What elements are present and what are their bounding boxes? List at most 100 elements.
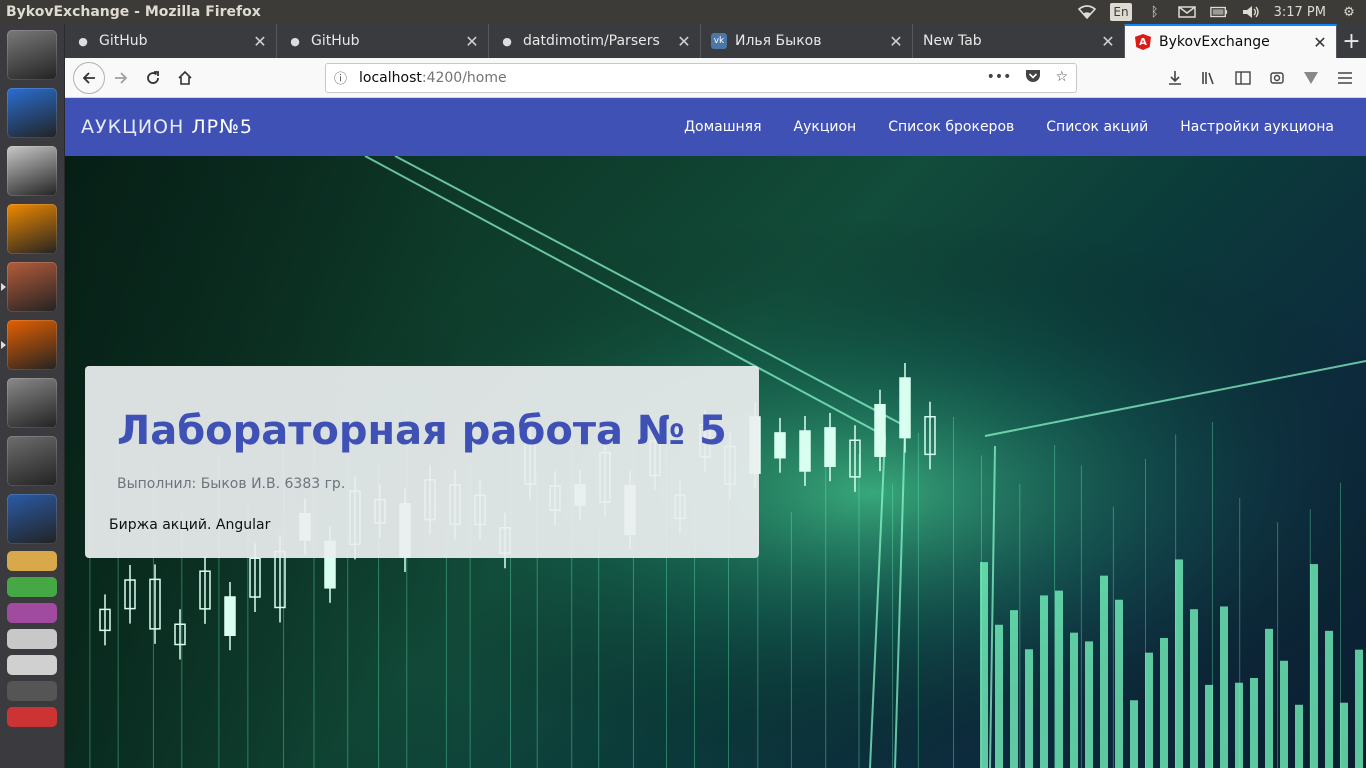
pocket-icon[interactable] [1025,69,1041,87]
wifi-icon[interactable] [1078,4,1097,20]
system-tray: En ᛒ 3:17 PM ⚙ [1078,3,1366,21]
bookmark-star-icon[interactable]: ☆ [1055,69,1068,87]
launcher-item-0[interactable] [5,28,59,82]
brand-suffix: ЛР№5 [191,116,253,138]
candle-body [799,430,811,472]
back-button[interactable] [73,61,105,94]
tab-close-icon[interactable]: ✕ [676,32,692,51]
extension-icon[interactable] [1298,62,1324,94]
volume-bar [1250,677,1258,768]
tab-close-icon[interactable]: ✕ [1312,33,1328,52]
launcher-item-7[interactable] [5,434,59,488]
running-indicator [1,341,6,349]
url-bar[interactable]: ⓘ localhost:4200/home ••• ☆ [325,62,1077,93]
reload-button[interactable] [137,62,169,94]
site-info-icon[interactable]: ⓘ [334,68,347,87]
brand-logo[interactable]: АУКЦИОН ЛР№5 [81,116,253,138]
volume-icon[interactable] [1242,4,1260,20]
libreoffice-writer-icon [7,494,57,544]
launcher-item-8[interactable] [5,492,59,546]
tab-0[interactable]: ● GitHub ✕ [65,24,277,58]
tab-label: datdimotim/Parsers [523,33,660,49]
tab-close-icon[interactable]: ✕ [888,32,904,51]
tab-label: BykovExchange [1159,34,1270,50]
menu-auction-settings[interactable]: Настройки аукциона [1164,119,1350,135]
tab-4[interactable]: New Tab ✕ [913,24,1125,58]
window-title: BykovExchange - Mozilla Firefox [6,4,261,20]
app-icon [7,681,57,701]
menu-auction[interactable]: Аукцион [778,119,873,135]
downloads-icon[interactable] [1162,62,1188,94]
keyboard-layout-indicator[interactable]: En [1110,3,1132,21]
clock[interactable]: 3:17 PM [1274,5,1326,20]
volume-bar [1040,595,1048,768]
app-icon [7,577,57,597]
software-center-icon [7,146,57,196]
launcher-stacked-item-4[interactable] [5,654,59,676]
candle-body [874,403,886,457]
screenshot-icon[interactable] [1264,62,1290,94]
tab-2[interactable]: ● datdimotim/Parsers ✕ [489,24,701,58]
tab-3[interactable]: vk Илья Быков ✕ [701,24,913,58]
candle-body [899,377,911,439]
volume-bar [1295,704,1303,768]
launcher-item-2[interactable] [5,144,59,198]
volume-bar [1220,606,1228,768]
volume-bar [1160,637,1168,768]
tab-label: Илья Быков [735,33,822,49]
launcher-stacked-item-0[interactable] [5,550,59,572]
hero-background: Лабораторная работа № 5 Выполнил: Быков … [65,156,1366,768]
hamburger-menu-icon[interactable] [1332,62,1358,94]
new-tab-button[interactable]: + [1337,24,1366,58]
tab-close-icon[interactable]: ✕ [1100,32,1116,51]
github-icon: ● [78,34,88,48]
tab-1[interactable]: ● GitHub ✕ [277,24,489,58]
launcher-item-6[interactable] [5,376,59,430]
github-icon: ● [290,34,300,48]
tab-5[interactable]: A BykovExchange ✕ [1125,24,1337,58]
app-icon [7,629,57,649]
candle-body [774,432,786,459]
launcher-stacked-item-5[interactable] [5,680,59,702]
app-icon [7,603,57,623]
volume-bar [1265,628,1273,768]
launcher-item-3[interactable] [5,202,59,256]
disk-usage-icon [7,436,57,486]
page-actions-icon[interactable]: ••• [987,69,1012,87]
home-button[interactable] [169,62,201,94]
navigation-toolbar: ⓘ localhost:4200/home ••• ☆ [65,58,1366,98]
battery-icon[interactable] [1209,4,1228,20]
bluetooth-icon[interactable]: ᛒ [1146,4,1164,20]
session-gear-icon[interactable]: ⚙ [1340,4,1358,20]
menu-brokers[interactable]: Список брокеров [872,119,1030,135]
ubuntu-dash-icon [7,30,57,80]
tab-close-icon[interactable]: ✕ [252,32,268,51]
menu-home[interactable]: Домашняя [668,119,777,135]
volume-bar [1085,641,1093,768]
volume-bar [1325,630,1333,768]
volume-bar [1130,700,1138,768]
candle-body [824,427,836,467]
launcher-stacked-item-2[interactable] [5,602,59,624]
forward-button[interactable] [105,62,137,94]
launcher-stacked-item-3[interactable] [5,628,59,650]
library-icon[interactable] [1196,62,1222,94]
launcher-item-5[interactable] [1,318,59,372]
launcher-stacked-item-1[interactable] [5,576,59,598]
angular-icon: A [1135,34,1151,50]
launcher-stacked-item-6[interactable] [5,706,59,728]
launcher-item-4[interactable] [1,260,59,314]
volume-bar [1340,702,1348,768]
mail-icon[interactable] [1177,4,1196,20]
reload-icon [147,70,159,84]
sidebar-icon[interactable] [1230,62,1256,94]
tab-label: New Tab [923,33,982,49]
url-path: :4200/home [421,69,507,86]
launcher-item-1[interactable] [5,86,59,140]
menu-stocks[interactable]: Список акций [1030,119,1164,135]
file-manager-icon [7,262,57,312]
tab-bar: ● GitHub ✕ ● GitHub ✕ ● datdimotim/Parsers ✕ vk Ил… [65,24,1366,58]
volume-bar [1145,652,1153,768]
app-menu: Домашняя Аукцион Список брокеров Список … [668,119,1350,135]
tab-close-icon[interactable]: ✕ [464,32,480,51]
